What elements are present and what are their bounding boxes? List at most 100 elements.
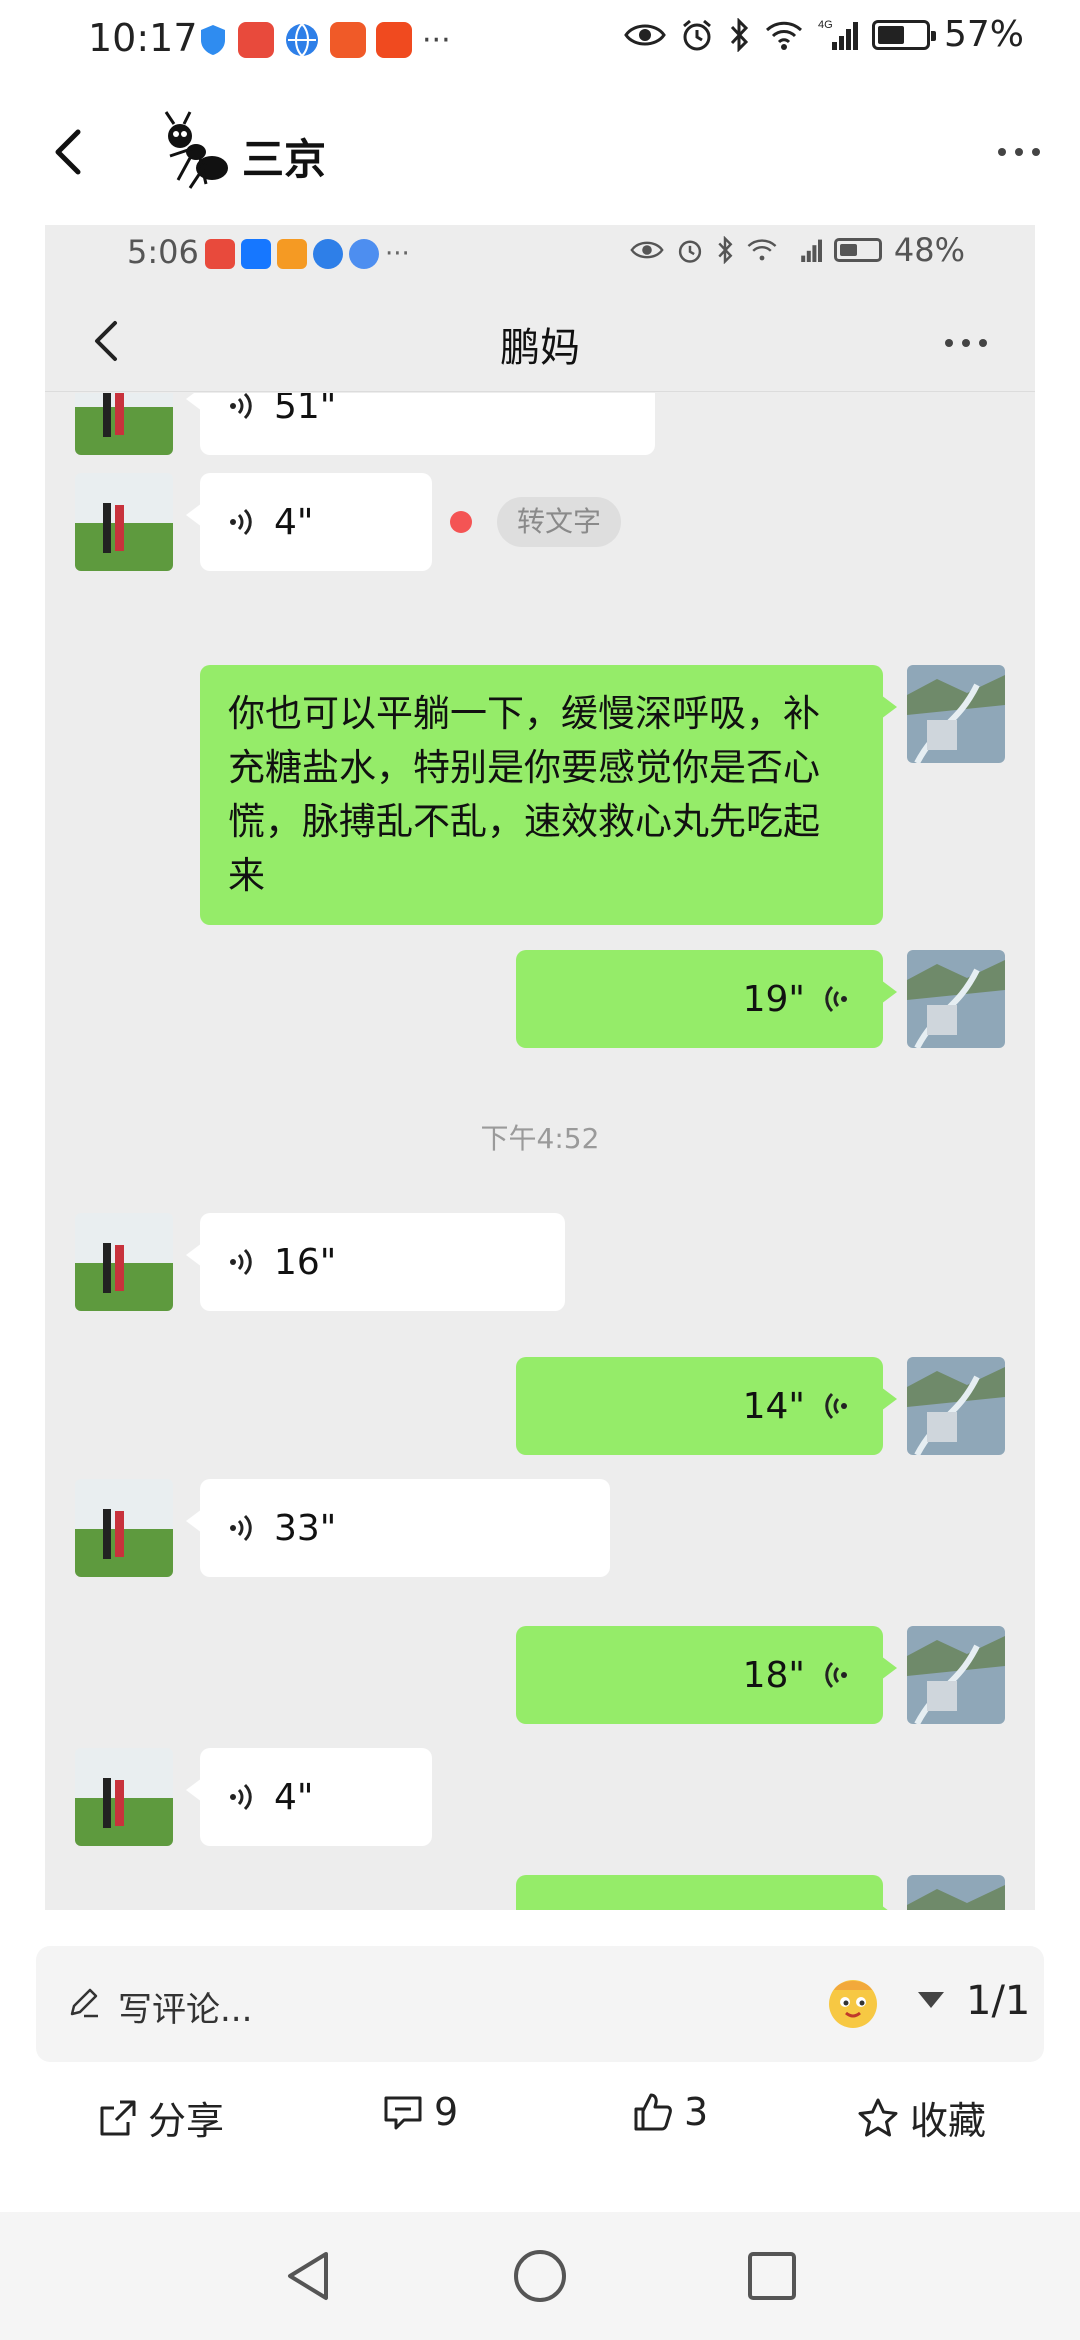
action-bar: 分享 9 3 收藏 bbox=[0, 2090, 1080, 2160]
comments-count: 9 bbox=[434, 2090, 459, 2134]
battery-percent: 57% bbox=[943, 14, 1024, 55]
signal-icon bbox=[801, 239, 822, 262]
voice-wave-icon bbox=[230, 1783, 252, 1811]
svg-text:4G: 4G bbox=[818, 19, 833, 31]
pingan-bank-icon bbox=[376, 22, 412, 58]
voice-wave-icon bbox=[825, 985, 847, 1013]
voice-message-out bbox=[516, 1875, 897, 1910]
contact-avatar bbox=[75, 1213, 173, 1311]
voice-message-in: 4" bbox=[186, 1748, 432, 1846]
share-icon bbox=[100, 2100, 136, 2135]
more-options-icon[interactable] bbox=[998, 148, 1040, 156]
notification-icons: ··· bbox=[198, 22, 451, 58]
voice-message-in: 33" bbox=[186, 1479, 610, 1577]
alarm-icon bbox=[678, 240, 701, 263]
voice-wave-icon bbox=[825, 1392, 847, 1420]
message-row: 18" bbox=[45, 1626, 1035, 1724]
contact-avatar bbox=[75, 473, 173, 571]
red-app-icon bbox=[205, 239, 235, 269]
comment-icon bbox=[384, 2096, 422, 2130]
bluetooth-icon bbox=[718, 236, 733, 264]
screenshot-notification-icons: ··· bbox=[205, 239, 410, 269]
alarm-icon bbox=[683, 19, 711, 50]
nav-recents-icon[interactable] bbox=[740, 2244, 804, 2308]
chat-more-icon bbox=[945, 339, 987, 347]
bluetooth-icon bbox=[730, 17, 749, 52]
voice-message-in: 16" bbox=[186, 1213, 565, 1311]
screenshot-more-notifications: ··· bbox=[385, 239, 410, 269]
voice-duration: 16" bbox=[274, 1241, 337, 1283]
huawei-app-icon bbox=[238, 22, 274, 58]
text-message-out: 你也可以平躺一下，缓慢深呼吸，补充糖盐水，特别是你要感觉你是否心慌，脉搏乱不乱，… bbox=[200, 665, 897, 925]
nav-home-icon[interactable] bbox=[508, 2244, 572, 2308]
my-avatar bbox=[907, 1357, 1005, 1455]
more-notifications: ··· bbox=[422, 22, 451, 58]
chat-nav-bar: 鹏妈 bbox=[45, 287, 1035, 392]
video-app-icon bbox=[277, 239, 307, 269]
favorite-button[interactable]: 收藏 bbox=[856, 2090, 986, 2145]
chat-messages: 51" 4" 转文字 你也可以平躺一下，缓慢深呼吸，补充糖盐水，特别是你要感觉你… bbox=[45, 393, 1035, 1910]
share-label: 分享 bbox=[148, 2099, 225, 2143]
message-row: 16" bbox=[45, 1213, 1035, 1311]
pencil-icon bbox=[70, 1988, 98, 2018]
star-icon bbox=[858, 2098, 898, 2136]
back-arrow-icon[interactable] bbox=[38, 120, 98, 184]
message-row: 4" bbox=[45, 1748, 1035, 1846]
status-bar: 10:17 ··· 4G 57% bbox=[0, 0, 1080, 84]
comments-button[interactable]: 9 bbox=[382, 2090, 458, 2134]
voice-duration: 33" bbox=[274, 1507, 337, 1549]
like-button[interactable]: 3 bbox=[632, 2090, 708, 2134]
voice-message-out: 19" bbox=[516, 950, 897, 1048]
page-dropdown-icon[interactable] bbox=[918, 1992, 944, 2008]
signal-icon: 4G bbox=[818, 19, 858, 50]
voice-duration: 4" bbox=[274, 1776, 314, 1818]
battery-icon bbox=[833, 238, 882, 262]
browser-icon bbox=[286, 23, 318, 57]
music-icon bbox=[349, 239, 379, 269]
voice-wave-icon bbox=[230, 1248, 252, 1276]
voice-wave-icon bbox=[230, 393, 252, 420]
message-row: 19" bbox=[45, 950, 1035, 1048]
favorite-label: 收藏 bbox=[910, 2099, 987, 2143]
voice-message-out: 14" bbox=[516, 1357, 897, 1455]
wifi-icon bbox=[747, 239, 777, 261]
likes-count: 3 bbox=[684, 2090, 709, 2134]
screenshot-status-time: 5:06 bbox=[127, 233, 199, 271]
screenshot-battery-percent: 48% bbox=[893, 231, 965, 269]
my-avatar bbox=[907, 1875, 1005, 1910]
convert-to-text-button: 转文字 bbox=[497, 497, 622, 547]
chat-screenshot-image[interactable]: 5:06 ··· 48% 鹏妈 51" 4" 转文字 你也可以平躺一下，缓慢深呼… bbox=[45, 225, 1035, 1910]
battery-icon bbox=[871, 19, 936, 50]
page-indicator[interactable]: 1/1 bbox=[966, 1978, 1030, 2024]
contact-avatar bbox=[75, 1748, 173, 1846]
unread-dot bbox=[450, 511, 472, 533]
time-separator: 下午4:52 bbox=[480, 1122, 600, 1155]
browser-icon bbox=[313, 239, 343, 269]
status-time: 10:17 bbox=[88, 16, 198, 60]
my-avatar bbox=[907, 1626, 1005, 1724]
comment-input[interactable]: 写评论... bbox=[118, 1982, 252, 2031]
voice-duration: 4" bbox=[274, 501, 314, 543]
eye-icon bbox=[624, 24, 666, 45]
message-row: 14" bbox=[45, 1357, 1035, 1455]
message-row: 4" 转文字 bbox=[45, 473, 1035, 571]
ant-avatar-icon[interactable] bbox=[150, 108, 236, 194]
voice-wave-icon bbox=[825, 1661, 847, 1689]
voice-duration: 51" bbox=[274, 393, 337, 427]
shield-icon bbox=[201, 25, 225, 55]
author-name[interactable]: 三京 bbox=[242, 126, 326, 187]
message-row: 33" bbox=[45, 1479, 1035, 1577]
my-avatar bbox=[907, 665, 1005, 763]
comment-bar: 写评论... 1/1 bbox=[36, 1946, 1044, 2062]
nav-back-icon[interactable] bbox=[276, 2244, 340, 2308]
system-navigation-bar bbox=[0, 2212, 1080, 2340]
emoji-icon[interactable] bbox=[820, 1968, 886, 2034]
share-button[interactable]: 分享 bbox=[98, 2090, 224, 2145]
message-row: 51" bbox=[45, 393, 1035, 455]
voice-duration: 18" bbox=[742, 1654, 805, 1696]
voice-wave-icon bbox=[230, 1514, 252, 1542]
pingan-securities-icon bbox=[330, 22, 366, 58]
message-row-cut-off bbox=[45, 1875, 1035, 1910]
contact-avatar bbox=[75, 393, 173, 455]
voice-duration: 14" bbox=[742, 1385, 805, 1427]
